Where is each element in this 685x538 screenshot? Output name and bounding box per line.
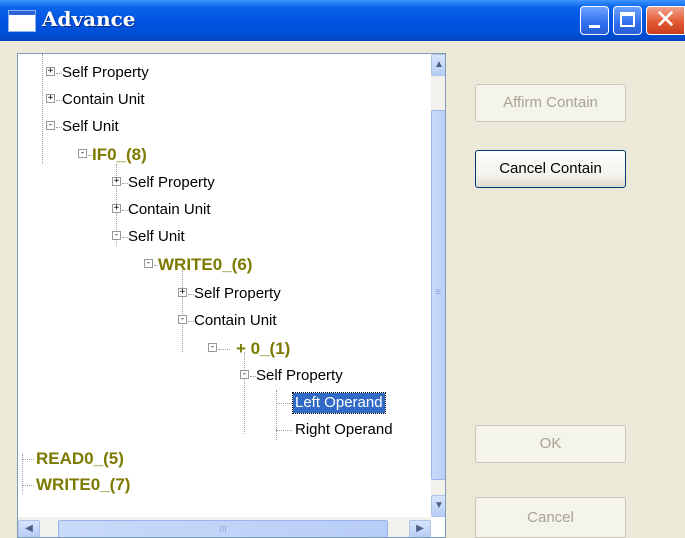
expand-toggle[interactable]: + [112,204,121,213]
scroll-left-button[interactable]: ◀ [18,520,40,537]
horizontal-scroll-thumb[interactable]: III [58,520,388,537]
tree-node-label: + 0_(1) [236,339,291,358]
scroll-up-button[interactable]: ▲ [431,54,445,76]
tree-view[interactable]: + Self Property + Contain Unit - Self Un… [17,53,446,538]
minimize-button[interactable] [580,6,609,35]
title-bar[interactable]: Advance ✕ [0,0,685,41]
collapse-toggle[interactable]: - [208,343,217,352]
grip-icon: ≡ [435,287,441,298]
vertical-scroll-thumb[interactable]: ≡ [431,110,445,480]
tree-connector [22,454,23,494]
tree-node-label: Self Unit [128,228,185,245]
tree-node-label: Self Unit [62,118,119,135]
horizontal-scrollbar[interactable]: ◀ III ▶ [18,517,431,537]
cancel-contain-button[interactable]: Cancel Contain [475,150,626,188]
collapse-toggle[interactable]: - [240,370,249,379]
affirm-contain-button[interactable]: Affirm Contain [475,84,626,122]
vertical-scrollbar[interactable]: ▲ ≡ ▼ [431,54,445,517]
tree-connector [182,270,183,352]
arrow-left-icon: ◀ [25,523,33,534]
close-icon: ✕ [654,5,677,35]
scroll-right-button[interactable]: ▶ [409,520,431,537]
tree-connector [42,54,43,164]
tree-node-label-selected: Left Operand [292,392,386,414]
tree-node-label: Self Property [62,64,149,81]
ok-button[interactable]: OK [475,425,626,463]
tree-connector [244,352,245,434]
expand-toggle[interactable]: + [46,67,55,76]
collapse-toggle[interactable]: - [178,315,187,324]
arrow-right-icon: ▶ [416,523,424,534]
tree-node-label: WRITE0_(7) [36,475,131,494]
arrow-up-icon: ▲ [434,59,444,70]
collapse-toggle[interactable]: - [78,149,87,158]
window-title: Advance [42,7,136,31]
collapse-toggle[interactable]: - [46,121,55,130]
tree-node-label: Contain Unit [62,91,145,108]
collapse-toggle[interactable]: - [112,231,121,240]
tree-node-label: Self Property [256,367,343,384]
expand-toggle[interactable]: + [178,288,187,297]
tree-connector [276,390,277,440]
tree-node-label: Contain Unit [128,201,211,218]
window-icon [8,10,36,32]
close-button[interactable]: ✕ [646,6,685,35]
tree-node-label: Self Property [128,174,215,191]
tree-node-label: Self Property [194,285,281,302]
grip-icon: III [219,524,227,534]
tree-node-label: READ0_(5) [36,449,124,468]
tree-node-label: IF0_(8) [92,145,147,164]
scroll-down-button[interactable]: ▼ [431,495,445,517]
cancel-button[interactable]: Cancel [475,497,626,538]
minimize-icon [589,25,600,28]
tree-node-label: Right Operand [295,421,393,438]
expand-toggle[interactable]: + [46,94,55,103]
tree-node-label: WRITE0_(6) [158,255,253,274]
expand-toggle[interactable]: + [112,177,121,186]
maximize-icon [620,12,635,27]
maximize-button[interactable] [613,6,642,35]
collapse-toggle[interactable]: - [144,259,153,268]
tree-node-label: Contain Unit [194,312,277,329]
arrow-down-icon: ▼ [434,500,444,511]
